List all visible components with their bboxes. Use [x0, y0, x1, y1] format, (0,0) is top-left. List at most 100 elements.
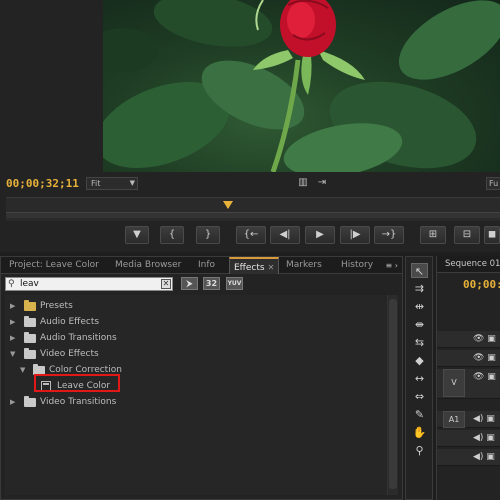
rolling-edit-tool[interactable]: ⇼	[411, 317, 428, 332]
tab-project[interactable]: Project: Leave Color	[5, 257, 103, 274]
tab-info-label: Info	[198, 260, 216, 270]
tab-media-browser-label: Media Browser	[115, 260, 182, 270]
hand-tool[interactable]: ✋	[411, 425, 428, 440]
tree-item-presets[interactable]: ▶ Presets	[5, 298, 385, 314]
track-header[interactable]: ◀) ▣	[437, 449, 500, 466]
effects-search-input[interactable]	[20, 278, 158, 290]
play-button[interactable]: ▶	[305, 226, 335, 244]
extract-button[interactable]: ⊟	[454, 226, 480, 244]
slide-icon: ⇔	[414, 390, 425, 403]
expand-triangle-icon[interactable]: ▶	[10, 330, 18, 346]
hand-icon: ✋	[412, 426, 427, 439]
tree-item-audio-effects[interactable]: ▶ Audio Effects	[5, 314, 385, 330]
tree-item-audio-transitions[interactable]: ▶ Audio Transitions	[5, 330, 385, 346]
slide-tool[interactable]: ⇔	[411, 389, 428, 404]
tab-info[interactable]: Info	[194, 257, 219, 274]
leave-color-highlight-box	[34, 374, 120, 392]
track-toggle-icons[interactable]: ◀) ▣	[473, 411, 495, 428]
go-to-in-icon: {←	[243, 229, 259, 240]
sequence-timecode[interactable]: 00;00:3	[463, 278, 500, 291]
track-header[interactable]: ◀) ▣	[437, 430, 500, 447]
mark-in-button[interactable]: {	[160, 226, 184, 244]
step-forward-icon: |▶	[349, 229, 361, 240]
tab-markers-label: Markers	[286, 260, 322, 270]
tab-media-browser[interactable]: Media Browser	[111, 257, 185, 274]
tree-item-video-effects[interactable]: ▼ Video Effects	[5, 346, 385, 362]
tab-sequence[interactable]: Sequence 01	[437, 256, 500, 273]
go-to-in-button[interactable]: {←	[236, 226, 266, 244]
track-header-a1[interactable]: A1 ◀) ▣	[437, 411, 500, 428]
tab-markers[interactable]: Markers	[282, 257, 326, 274]
track-header-v1[interactable]: V 👁 ▣	[437, 369, 500, 399]
sequence-panel: Sequence 01 00;00:3 👁 ▣ 👁 ▣ V 👁 ▣ A1 ◀) …	[436, 256, 500, 500]
zoom-fit-label: Fit	[91, 179, 101, 188]
zoom-fit-select[interactable]: Fit ▼	[86, 177, 138, 190]
tree-item-video-transitions[interactable]: ▶ Video Transitions	[5, 394, 385, 410]
selection-tool[interactable]: ↖	[411, 263, 428, 278]
collapse-triangle-icon[interactable]: ▼	[10, 346, 18, 362]
track-toggle-icons[interactable]: 👁 ▣	[473, 350, 496, 367]
tab-project-label: Project: Leave Color	[9, 260, 99, 270]
effects-scrollbar[interactable]	[387, 295, 398, 495]
track-toggle-icons[interactable]: 👁 ▣	[473, 369, 496, 386]
effects-search-field[interactable]: ⚲ ✕	[5, 277, 173, 291]
pen-icon: ✎	[414, 408, 425, 421]
rate-stretch-tool[interactable]: ⇆	[411, 335, 428, 350]
folder-icon	[24, 396, 36, 407]
safe-margins-icon[interactable]: ▥	[297, 177, 309, 189]
slip-tool[interactable]: ↔	[411, 371, 428, 386]
step-back-button[interactable]: ◀|	[270, 226, 300, 244]
export-frame-button[interactable]: ◼	[484, 226, 500, 244]
extract-icon: ⊟	[462, 229, 472, 240]
panel-menu-icon[interactable]: ≡ ›	[386, 257, 398, 274]
track-target-v[interactable]: V	[443, 369, 465, 397]
zoom-icon: ⚲	[415, 444, 424, 457]
track-header[interactable]: 👁 ▣	[437, 331, 500, 348]
track-toggle-icons[interactable]: 👁 ▣	[473, 331, 496, 348]
track-target-a1[interactable]: A1	[443, 411, 465, 428]
tab-effects[interactable]: Effects ✕	[229, 257, 280, 274]
chevron-down-icon: ▼	[129, 179, 135, 187]
time-ruler[interactable]	[6, 197, 500, 221]
close-icon[interactable]: ✕	[268, 263, 275, 272]
lift-icon: ⊞	[428, 229, 438, 240]
32-bit-filter-label: 32	[205, 279, 218, 288]
pen-tool[interactable]: ✎	[411, 407, 428, 422]
ripple-edit-tool[interactable]: ⇹	[411, 299, 428, 314]
expand-triangle-icon[interactable]: ▶	[10, 314, 18, 330]
track-toggle-icons[interactable]: ◀) ▣	[473, 449, 495, 466]
rate-stretch-icon: ⇆	[414, 336, 425, 349]
program-monitor: 00;00;32;11 Fit ▼ ▥ ⇥ Fu ▼ { } {← ◀| ▶ |…	[0, 0, 500, 252]
add-marker-button[interactable]: ▼	[125, 226, 149, 244]
expand-triangle-icon[interactable]: ▶	[10, 298, 18, 314]
track-header[interactable]: 👁 ▣	[437, 350, 500, 367]
monitor-timecode[interactable]: 00;00;32;11	[6, 177, 79, 190]
32-bit-filter-button[interactable]: 32	[203, 277, 220, 290]
go-to-out-icon: →}	[381, 229, 397, 240]
track-toggle-icons[interactable]: ◀) ▣	[473, 430, 495, 447]
zoom-tool[interactable]: ⚲	[411, 443, 428, 458]
go-to-out-button[interactable]: →}	[374, 226, 404, 244]
clear-search-icon[interactable]: ✕	[161, 279, 171, 289]
accelerated-effects-filter-button[interactable]: ⮞	[181, 277, 198, 290]
preset-folder-icon	[24, 300, 36, 311]
resolution-select[interactable]: Fu	[486, 177, 500, 190]
expand-triangle-icon[interactable]: ▶	[10, 394, 18, 410]
tab-history[interactable]: History	[337, 257, 377, 274]
yuv-filter-button[interactable]: YUV	[226, 277, 243, 290]
track-select-icon: ⇉	[414, 282, 425, 295]
camera-icon: ◼	[487, 229, 497, 240]
collapse-triangle-icon[interactable]: ▼	[20, 362, 28, 378]
tree-item-label: Audio Effects	[40, 317, 100, 327]
settings-wrench-icon[interactable]: ⇥	[316, 177, 328, 189]
track-select-tool[interactable]: ⇉	[411, 281, 428, 296]
zoom-scroll-bar[interactable]	[6, 212, 500, 218]
scrollbar-thumb[interactable]	[389, 299, 397, 489]
tab-history-label: History	[341, 260, 374, 270]
mark-out-button[interactable]: }	[196, 226, 220, 244]
effects-tree: ▶ Presets ▶ Audio Effects ▶ Audio Transi…	[5, 295, 398, 495]
razor-tool[interactable]: ◆	[411, 353, 428, 368]
lift-button[interactable]: ⊞	[420, 226, 446, 244]
yuv-filter-label: YUV	[227, 280, 242, 287]
step-forward-button[interactable]: |▶	[340, 226, 370, 244]
